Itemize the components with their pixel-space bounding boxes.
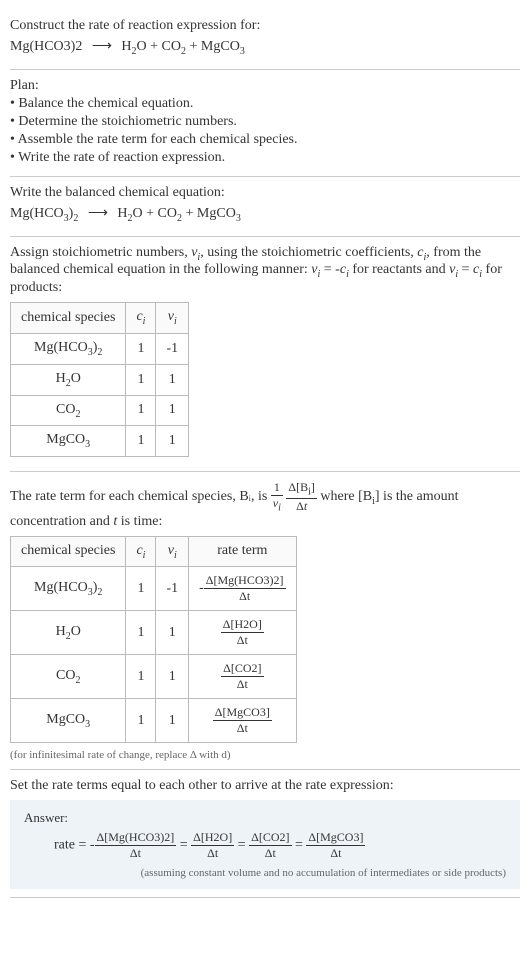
- table-cell: H2O: [11, 364, 126, 395]
- fraction: Δ[H2O]Δt: [191, 830, 234, 861]
- table-row: MgCO3 1 1: [11, 426, 189, 457]
- table-cell: -Δ[Mg(HCO3)2]Δt: [189, 567, 296, 611]
- table-row: Mg(HCO3)2 1 -1 -Δ[Mg(HCO3)2]Δt: [11, 567, 297, 611]
- table-cell: MgCO3: [11, 426, 126, 457]
- table-header: chemical species: [11, 303, 126, 334]
- plan-list: • Balance the chemical equation. • Deter…: [10, 96, 520, 166]
- answer-label: Answer:: [24, 810, 506, 826]
- rateterm-text: The rate term for each chemical species,…: [10, 480, 520, 529]
- table-header: νi: [156, 536, 189, 567]
- table-row: CO2 1 1 Δ[CO2]Δt: [11, 655, 297, 699]
- answer-box: Answer: rate = -Δ[Mg(HCO3)2]Δt = Δ[H2O]Δ…: [10, 800, 520, 889]
- table-cell: Mg(HCO3)2: [11, 333, 126, 364]
- stoich-text: Assign stoichiometric numbers, νi, using…: [10, 245, 520, 297]
- arrow-icon: ⟶: [92, 39, 112, 54]
- equation-left: Mg(HCO3)2: [10, 206, 78, 221]
- table-cell: 1: [126, 364, 156, 395]
- plan-item: • Write the rate of reaction expression.: [10, 150, 520, 166]
- table-cell: 1: [126, 655, 156, 699]
- table-cell: 1: [126, 567, 156, 611]
- intro-equation: Mg(HCO3)2 ⟶ H2O + CO2 + MgCO3: [10, 38, 520, 57]
- table-cell: 1: [126, 333, 156, 364]
- fraction: Δ[Mg(HCO3)2]Δt: [95, 830, 177, 861]
- table-row: MgCO3 1 1 Δ[MgCO3]Δt: [11, 699, 297, 743]
- fraction: Δ[CO2]Δt: [221, 661, 263, 692]
- balanced-equation: Mg(HCO3)2 ⟶ H2O + CO2 + MgCO3: [10, 205, 520, 224]
- rate-prefix: rate =: [54, 838, 90, 853]
- plan-heading: Plan:: [10, 78, 520, 94]
- table-cell: Δ[MgCO3]Δt: [189, 699, 296, 743]
- fraction: Δ[H2O]Δt: [221, 617, 264, 648]
- rateterm-note: (for infinitesimal rate of change, repla…: [10, 749, 520, 761]
- table-row: H2O 1 1: [11, 364, 189, 395]
- plan-item: • Assemble the rate term for each chemic…: [10, 132, 520, 148]
- plan-section: Plan: • Balance the chemical equation. •…: [10, 70, 520, 177]
- plan-item: • Balance the chemical equation.: [10, 96, 520, 112]
- stoich-table: chemical species ci νi Mg(HCO3)2 1 -1 H2…: [10, 302, 189, 457]
- table-row: chemical species ci νi rate term: [11, 536, 297, 567]
- table-cell: 1: [126, 611, 156, 655]
- balanced-heading: Write the balanced chemical equation:: [10, 185, 520, 201]
- table-header: ci: [126, 536, 156, 567]
- table-header: νi: [156, 303, 189, 334]
- intro-section: Construct the rate of reaction expressio…: [10, 10, 520, 70]
- table-cell: Δ[CO2]Δt: [189, 655, 296, 699]
- table-row: chemical species ci νi: [11, 303, 189, 334]
- table-row: Mg(HCO3)2 1 -1: [11, 333, 189, 364]
- rateterm-table: chemical species ci νi rate term Mg(HCO3…: [10, 536, 297, 744]
- final-heading: Set the rate terms equal to each other t…: [10, 778, 520, 794]
- table-cell: 1: [156, 655, 189, 699]
- table-cell: 1: [156, 395, 189, 426]
- answer-content: rate = -Δ[Mg(HCO3)2]Δt = Δ[H2O]Δt = Δ[CO…: [54, 830, 506, 861]
- table-header: chemical species: [11, 536, 126, 567]
- fraction: Δ[Mg(HCO3)2]Δt: [204, 573, 286, 604]
- table-cell: MgCO3: [11, 699, 126, 743]
- rateterm-section: The rate term for each chemical species,…: [10, 472, 520, 770]
- table-cell: Mg(HCO3)2: [11, 567, 126, 611]
- equation-left: Mg(HCO3)2: [10, 39, 82, 54]
- table-cell: -1: [156, 567, 189, 611]
- answer-note: (assuming constant volume and no accumul…: [24, 867, 506, 879]
- fraction: Δ[MgCO3]Δt: [213, 705, 272, 736]
- table-row: CO2 1 1: [11, 395, 189, 426]
- fraction: Δ[MgCO3]Δt: [306, 830, 365, 861]
- final-section: Set the rate terms equal to each other t…: [10, 770, 520, 898]
- table-cell: H2O: [11, 611, 126, 655]
- fraction: 1νi: [271, 480, 283, 513]
- table-cell: 1: [126, 426, 156, 457]
- table-cell: -1: [156, 333, 189, 364]
- table-cell: 1: [156, 611, 189, 655]
- intro-title: Construct the rate of reaction expressio…: [10, 18, 520, 34]
- table-header: ci: [126, 303, 156, 334]
- table-cell: CO2: [11, 395, 126, 426]
- stoich-section: Assign stoichiometric numbers, νi, using…: [10, 237, 520, 473]
- fraction: Δ[Bi]Δt: [286, 480, 317, 513]
- table-header: rate term: [189, 536, 296, 567]
- table-cell: 1: [156, 426, 189, 457]
- table-cell: 1: [126, 395, 156, 426]
- table-cell: Δ[H2O]Δt: [189, 611, 296, 655]
- table-cell: 1: [156, 364, 189, 395]
- table-cell: 1: [156, 699, 189, 743]
- balanced-section: Write the balanced chemical equation: Mg…: [10, 177, 520, 237]
- plan-item: • Determine the stoichiometric numbers.: [10, 114, 520, 130]
- fraction: Δ[CO2]Δt: [249, 830, 291, 861]
- equation-right: H2O + CO2 + MgCO3: [121, 39, 244, 54]
- equation-right: H2O + CO2 + MgCO3: [117, 206, 240, 221]
- arrow-icon: ⟶: [88, 206, 108, 221]
- table-cell: 1: [126, 699, 156, 743]
- table-row: H2O 1 1 Δ[H2O]Δt: [11, 611, 297, 655]
- table-cell: CO2: [11, 655, 126, 699]
